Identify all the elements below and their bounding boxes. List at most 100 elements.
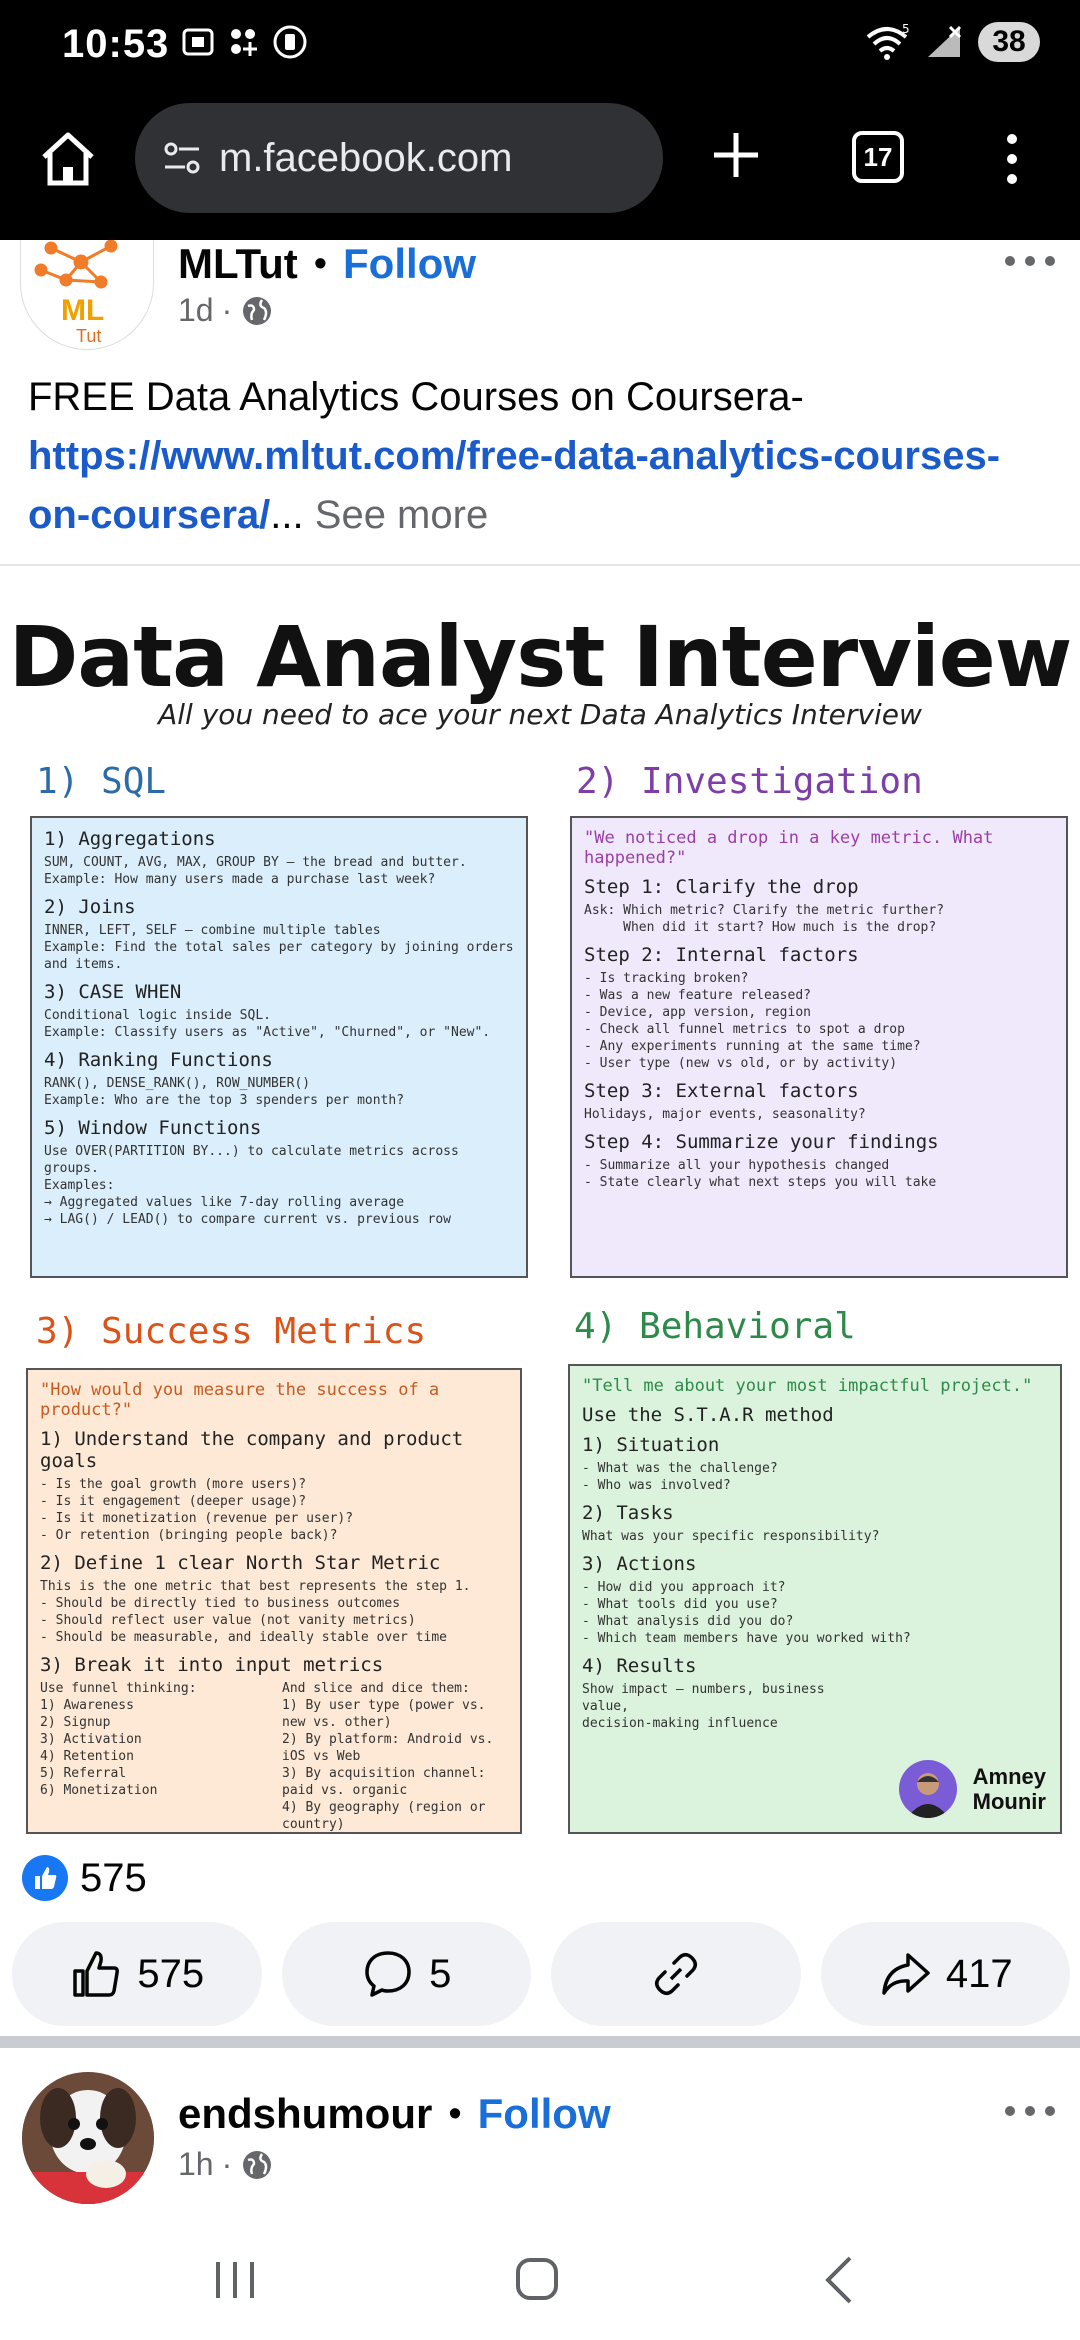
share-count: 417 — [945, 1951, 1013, 1996]
post-action-bar: 575 5 417 — [12, 1922, 1070, 2026]
signature-last-name: Mounir — [972, 1789, 1046, 1814]
signature-name: Amney Mounir — [973, 1764, 1046, 1814]
battery-indicator: 38 — [978, 22, 1040, 62]
comment-count: 5 — [429, 1951, 452, 1996]
author-name[interactable]: MLTut — [178, 240, 298, 288]
behavioral-item-text: Show impact — numbers, business value, d… — [582, 1682, 825, 1731]
sql-item-text: SUM, COUNT, AVG, MAX, GROUP BY — the bre… — [44, 855, 467, 887]
sql-item-heading: 4) Ranking Functions — [44, 1049, 273, 1071]
reaction-count: 575 — [80, 1855, 147, 1900]
investigation-step-text: - Is tracking broken? - Was a new featur… — [584, 971, 921, 1071]
signal-icon — [928, 25, 962, 57]
success-section-box: "How would you measure the success of a … — [26, 1368, 522, 1834]
investigation-question: "We noticed a drop in a key metric. What… — [584, 828, 994, 868]
success-item-heading: 3) Break it into input metrics — [40, 1654, 384, 1676]
success-question: "How would you measure the success of a … — [40, 1380, 440, 1420]
recent-apps-icon[interactable] — [210, 2258, 260, 2302]
success-section-title: 3) Success Metrics — [36, 1311, 427, 1352]
avatar[interactable]: ML Tut — [20, 240, 154, 350]
behavioral-section-box: "Tell me about your most impactful proje… — [568, 1364, 1062, 1834]
screenshot-icon — [182, 28, 214, 56]
signature-avatar — [898, 1760, 957, 1818]
investigation-section-box: "We noticed a drop in a key metric. What… — [570, 816, 1068, 1278]
sql-section-title: 1) SQL — [36, 761, 167, 802]
new-tab-icon[interactable] — [706, 125, 766, 185]
status-right-icons: 5 38 — [864, 22, 1040, 62]
image-subtitle: All you need to ace your next Data Analy… — [158, 698, 922, 731]
behavioral-item-text: - How did you approach it? - What tools … — [582, 1580, 911, 1646]
comment-icon — [365, 1951, 411, 1997]
behavioral-question: "Tell me about your most impactful proje… — [582, 1376, 1033, 1396]
post-link[interactable]: https://www.mltut.com/free-data-analytic… — [28, 434, 1000, 537]
post-header-2: endshumour • Follow 1h · — [0, 2070, 1080, 2210]
share-button[interactable]: 417 — [820, 1922, 1070, 2026]
post-ellipsis: ... — [270, 493, 304, 537]
post-time-2[interactable]: 1h — [178, 2146, 214, 2183]
dog-avatar-image — [22, 2072, 154, 2204]
post-time[interactable]: 1d — [178, 292, 214, 329]
copy-link-button[interactable] — [551, 1922, 801, 2026]
success-item-text: - Is the goal growth (more users)? - Is … — [40, 1477, 354, 1543]
home-icon[interactable] — [36, 127, 100, 191]
sql-section-box: 1) Aggregations SUM, COUNT, AVG, MAX, GR… — [30, 816, 528, 1278]
investigation-section-title: 2) Investigation — [576, 761, 923, 802]
status-time: 10:53 — [62, 22, 170, 66]
sql-item-heading: 2) Joins — [44, 896, 136, 918]
vibrate-icon — [273, 25, 307, 59]
author-name-2[interactable]: endshumour — [178, 2090, 432, 2138]
home-nav-icon[interactable] — [514, 2256, 560, 2302]
funnel-column: Use funnel thinking: 1) Awareness 2) Sig… — [40, 1681, 197, 1798]
tab-switcher-button[interactable]: 17 — [852, 131, 904, 183]
investigation-step-heading: Step 3: External factors — [584, 1080, 859, 1102]
behavioral-item-heading: 3) Actions — [582, 1553, 697, 1575]
globe-icon — [243, 2150, 272, 2179]
reaction-summary[interactable]: 575 — [22, 1855, 147, 1901]
url-text[interactable]: m.facebook.com — [219, 136, 512, 181]
success-item-heading: 2) Define 1 clear North Star Metric — [40, 1552, 441, 1574]
address-bar[interactable]: m.facebook.com — [135, 103, 663, 213]
mltut-logo: ML Tut — [34, 240, 118, 346]
more-vert-icon[interactable] — [1000, 129, 1024, 189]
follow-button[interactable]: Follow — [343, 240, 476, 288]
more-horiz-icon[interactable] — [1000, 2096, 1060, 2126]
share-icon — [882, 1953, 930, 1995]
sql-item-heading: 5) Window Functions — [44, 1117, 262, 1139]
follow-button-2[interactable]: Follow — [478, 2090, 611, 2138]
post-meta-2: 1h · — [178, 2146, 274, 2183]
behavioral-item-text: - What was the challenge? - Who was invo… — [582, 1461, 778, 1493]
investigation-step-text: - Summarize all your hypothesis changed … — [584, 1158, 937, 1190]
like-button[interactable]: 575 — [12, 1922, 262, 2026]
input-metrics-columns: Use funnel thinking: 1) Awareness 2) Sig… — [40, 1680, 508, 1832]
like-count: 575 — [137, 1951, 205, 1996]
meta-dot-2: · — [221, 2146, 233, 2182]
wifi-icon: 5 — [866, 23, 910, 60]
more-horiz-icon[interactable] — [1000, 246, 1060, 276]
behavioral-item-heading: 4) Results — [582, 1655, 697, 1677]
link-icon — [654, 1953, 697, 1995]
site-settings-icon[interactable] — [159, 135, 205, 181]
success-item-heading: 1) Understand the company and product go… — [40, 1428, 464, 1472]
back-icon[interactable] — [822, 2254, 856, 2306]
author-line: MLTut • Follow — [178, 240, 476, 288]
post-text: FREE Data Analytics Courses on Coursera-… — [28, 368, 1058, 545]
author-signature: Amney Mounir — [898, 1760, 1046, 1818]
investigation-step-text: Holidays, major events, seasonality? — [584, 1107, 866, 1122]
sql-item-text: Use OVER(PARTITION BY...) to calculate m… — [44, 1144, 459, 1227]
post-header: ML Tut MLTut • Follow 1d · — [0, 240, 1080, 360]
signature-first-name: Amney — [972, 1764, 1046, 1789]
status-bar: 10:53 5 38 — [0, 0, 1080, 95]
behavioral-method: Use the S.T.A.R method — [582, 1404, 834, 1426]
see-more-button[interactable]: See more — [315, 493, 488, 537]
comment-button[interactable]: 5 — [281, 1922, 531, 2026]
browser-toolbar: m.facebook.com 17 — [0, 95, 1080, 240]
slice-column: And slice and dice them: 1) By user type… — [282, 1681, 494, 1832]
globe-icon — [243, 296, 272, 325]
separator-dot: • — [313, 242, 328, 285]
post-image[interactable]: Data Analyst Interview All you need to a… — [0, 566, 1080, 1844]
investigation-step-text: Ask: Which metric? Clarify the metric fu… — [584, 903, 945, 935]
sql-item-heading: 1) Aggregations — [44, 828, 216, 850]
sql-item-text: RANK(), DENSE_RANK(), ROW_NUMBER() Examp… — [44, 1076, 405, 1108]
avatar-2[interactable] — [22, 2072, 154, 2204]
svg-text:ML: ML — [61, 294, 104, 327]
thumbs-up-icon — [73, 1951, 120, 1997]
